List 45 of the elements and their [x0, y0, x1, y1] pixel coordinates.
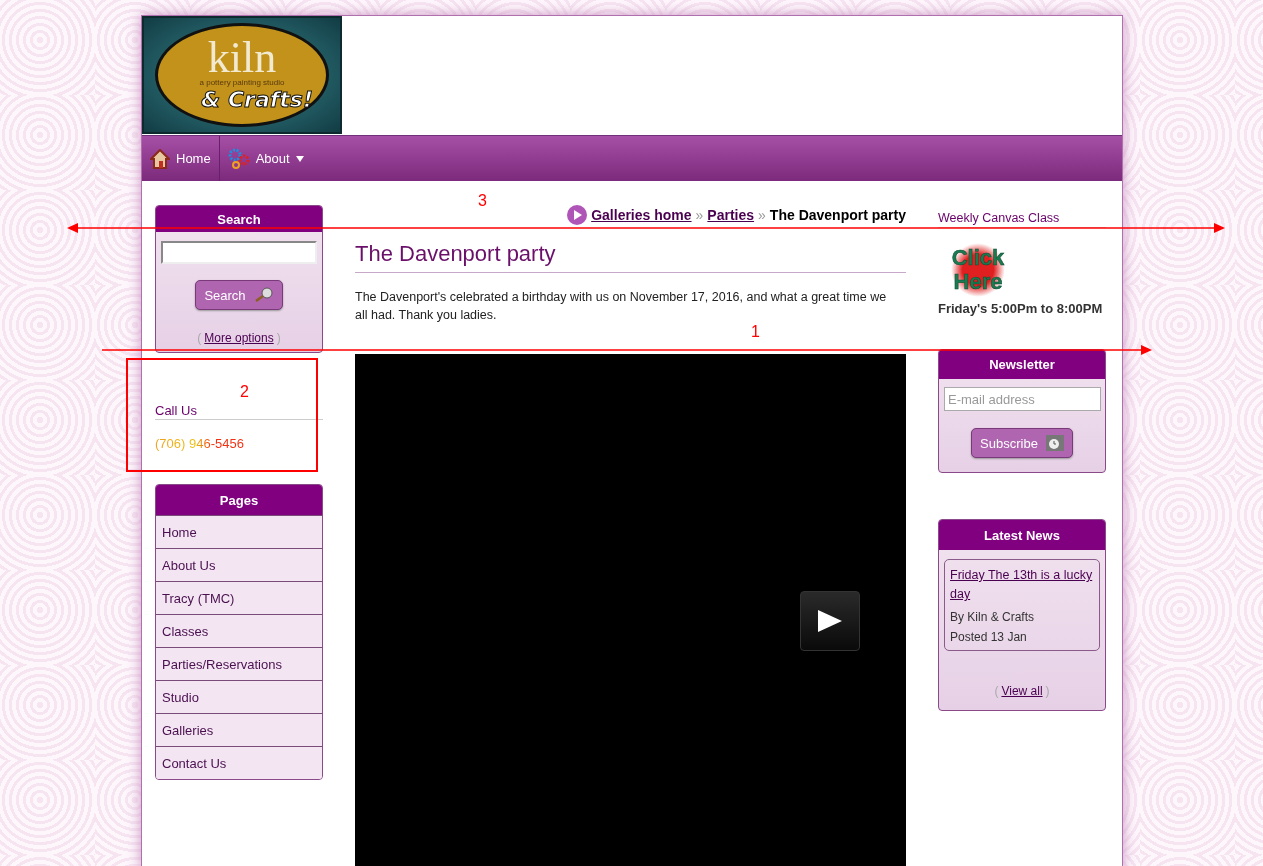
- annotation-number: 3: [478, 193, 487, 209]
- gears-icon: [227, 147, 250, 170]
- play-circle-icon: [567, 205, 588, 225]
- section-title: Weekly Canvas Class: [938, 208, 1106, 228]
- page-title: The Davenport party: [355, 241, 906, 273]
- logo-subtitle: & Crafts!: [201, 87, 313, 112]
- more-options-link[interactable]: More options: [204, 331, 274, 345]
- logo[interactable]: kiln a pottery painting studio & Crafts!: [142, 16, 342, 134]
- panel-title: Newsletter: [939, 350, 1105, 379]
- breadcrumb-current: The Davenport party: [769, 207, 906, 223]
- news-headline-link[interactable]: Friday The 13th is a lucky day: [950, 566, 1094, 604]
- nav-item[interactable]: Home: [142, 136, 220, 181]
- search-field[interactable]: [161, 241, 317, 264]
- schedule-text: Friday's 5:00Pm to 8:00PM: [938, 301, 1104, 316]
- article-text: The Davenport's celebrated a birthday with us on November 17, 2016, and what a great time we all had. Thank you ladies.: [355, 289, 888, 324]
- breadcrumb-link[interactable]: Parties: [707, 207, 755, 223]
- news-author: By Kiln & Crafts: [950, 610, 1036, 624]
- annotation-number: 2: [240, 384, 249, 400]
- search-button[interactable]: Search: [195, 280, 283, 310]
- view-all-link[interactable]: View all: [1001, 684, 1043, 698]
- clock-icon: [1045, 435, 1064, 451]
- search-icon: [253, 287, 274, 303]
- parenthesis: ): [1045, 684, 1050, 698]
- subscribe-button[interactable]: Subscribe: [971, 428, 1073, 458]
- parenthesis: ): [276, 331, 281, 345]
- play-button[interactable]: [800, 591, 860, 651]
- email-field[interactable]: E-mail address: [944, 387, 1101, 411]
- parenthesis: (: [197, 331, 202, 345]
- call-us-title: Call Us: [155, 403, 323, 420]
- play-icon: [818, 610, 842, 632]
- parenthesis: (: [994, 684, 999, 698]
- news-date: Posted 13 Jan: [950, 630, 1028, 644]
- breadcrumb-separator: »: [695, 207, 704, 223]
- breadcrumb-separator: »: [758, 207, 766, 223]
- annotation-number: 1: [751, 324, 760, 340]
- phone-number: (706) 946-5456: [155, 436, 244, 451]
- panel-title: Pages: [156, 485, 322, 515]
- nav-item[interactable]: About: [219, 136, 312, 181]
- logo-tagline: a pottery painting studio: [199, 78, 285, 87]
- panel-title: Search: [156, 206, 322, 232]
- breadcrumb-link[interactable]: Galleries home: [591, 207, 692, 223]
- page-link[interactable]: Contact Us: [156, 746, 322, 779]
- panel-title: Latest News: [939, 520, 1105, 550]
- house-icon: [150, 148, 170, 169]
- logo-title: kiln: [207, 38, 277, 78]
